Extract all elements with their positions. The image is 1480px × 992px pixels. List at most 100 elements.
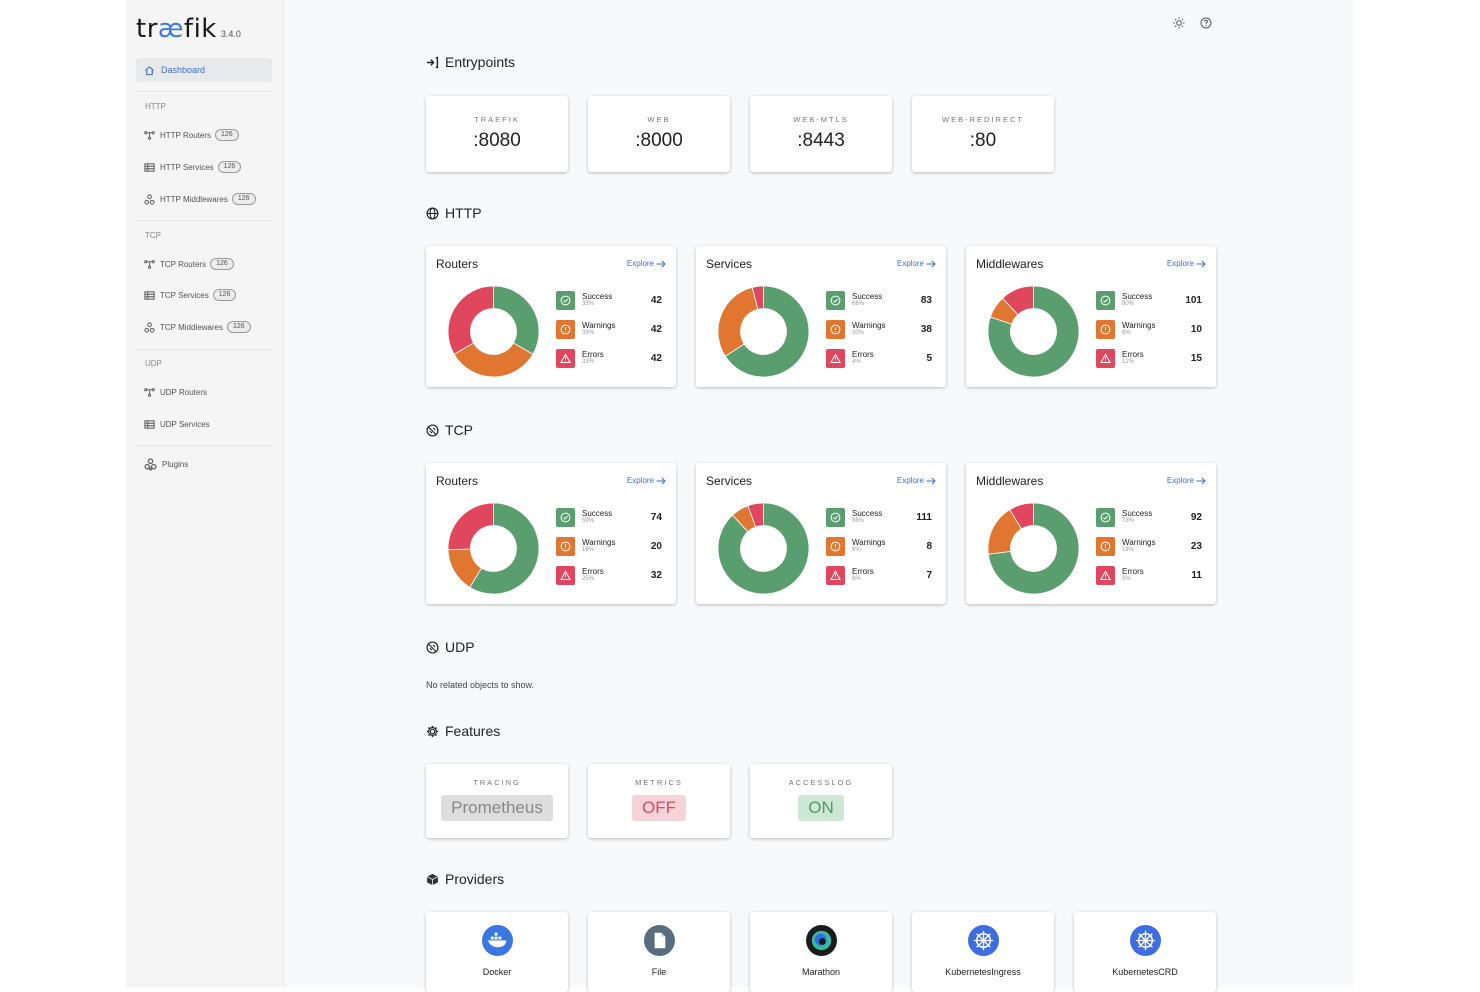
legend-row-success: Success 88% 111 xyxy=(826,508,932,528)
sidebar-item-tcp-services[interactable]: TCP Services 126 xyxy=(144,288,237,302)
legend-count: 101 xyxy=(1185,295,1202,306)
arrow-right-icon xyxy=(926,260,936,267)
explore-link[interactable]: Explore xyxy=(1167,476,1206,485)
status-donut-chart xyxy=(718,503,809,594)
entrypoint-card[interactable]: WEB-MTLS :8443 xyxy=(750,96,892,172)
feature-card-tracing: TRACING Prometheus xyxy=(426,764,568,838)
logo-wordmark: træfik xyxy=(136,14,217,44)
errors-status-icon xyxy=(556,349,575,368)
sidebar-item-dashboard[interactable]: Dashboard xyxy=(136,58,272,82)
entrypoint-name: WEB-REDIRECT xyxy=(942,115,1024,124)
entrypoint-card[interactable]: TRAEFIK :8080 xyxy=(426,96,568,172)
card-title: Routers xyxy=(436,474,479,488)
sidebar-item-plugins[interactable]: Plugins xyxy=(144,457,188,471)
sidebar-heading-tcp: TCP xyxy=(145,231,161,240)
section-title-text: Entrypoints xyxy=(445,54,516,70)
check-circle-icon xyxy=(1100,295,1111,306)
explore-label: Explore xyxy=(896,476,924,485)
docker-icon xyxy=(481,925,513,956)
errors-status-icon xyxy=(1096,349,1115,368)
entrypoints-icon xyxy=(427,56,439,68)
legend-label: Success xyxy=(582,292,613,301)
provider-name: File xyxy=(651,967,667,977)
card-title: Services xyxy=(706,474,753,488)
feature-name: METRICS xyxy=(635,778,683,787)
legend-count: 83 xyxy=(920,295,932,306)
feature-name: ACCESSLOG xyxy=(788,778,854,787)
card-title: Middlewares xyxy=(976,257,1044,271)
legend-row-errors: Errors 9% 11 xyxy=(1096,566,1202,586)
legend-label: Success xyxy=(852,292,883,301)
legend-label: Warnings xyxy=(852,321,886,330)
sidebar-item-label: UDP Services xyxy=(160,419,210,429)
legend-label: Success xyxy=(1122,292,1153,301)
sidebar-item-udp-services[interactable]: UDP Services xyxy=(144,417,210,431)
sidebar-item-tcp-routers[interactable]: TCP Routers 126 xyxy=(144,257,234,271)
legend-percent: 80% xyxy=(1122,301,1135,307)
legend-count: 20 xyxy=(650,541,662,552)
help-icon[interactable] xyxy=(1200,17,1212,29)
http-middlewares-card: Middlewares Explore Success 80% 101 Warnings 8… xyxy=(966,246,1216,387)
legend-row-warnings: Warnings 6% 8 xyxy=(826,537,932,557)
feature-value: OFF xyxy=(632,795,686,821)
section-title-tcp: TCP xyxy=(426,422,473,438)
network-globe-icon xyxy=(426,423,439,437)
middlewares-icon xyxy=(144,321,155,333)
routers-icon xyxy=(144,130,155,140)
section-title-text: Providers xyxy=(445,871,505,887)
explore-link[interactable]: Explore xyxy=(1167,259,1206,268)
legend-row-success: Success 59% 74 xyxy=(556,508,662,528)
explore-link[interactable]: Explore xyxy=(627,476,666,485)
legend-row-warnings: Warnings 33% 42 xyxy=(556,320,662,340)
legend-percent: 33% xyxy=(582,359,595,365)
sidebar-item-tcp-middlewares[interactable]: TCP Middlewares 126 xyxy=(144,320,251,334)
arrow-right-icon xyxy=(1196,260,1206,267)
explore-link[interactable]: Explore xyxy=(897,259,936,268)
explore-link[interactable]: Explore xyxy=(627,259,666,268)
errors-status-icon xyxy=(1096,566,1115,585)
legend-label: Warnings xyxy=(852,538,886,547)
tcp-routers-card: Routers Explore Success 59% 74 Warnings 16% 20 E… xyxy=(426,463,676,604)
count-badge: 126 xyxy=(217,161,242,173)
sidebar: træfik 3.4.0 Dashboard HTTP HTTP Routers… xyxy=(126,0,284,987)
legend-label: Errors xyxy=(582,350,604,359)
routers-icon xyxy=(144,259,155,269)
explore-link[interactable]: Explore xyxy=(897,476,936,485)
legend-count: 5 xyxy=(926,353,932,364)
legend-percent: 18% xyxy=(1122,547,1135,553)
legend-count: 10 xyxy=(1190,324,1202,335)
donut-slice-success xyxy=(493,286,539,355)
legend-percent: 73% xyxy=(1122,518,1135,524)
entrypoint-card[interactable]: WEB-REDIRECT :80 xyxy=(912,96,1054,172)
legend-count: 42 xyxy=(650,324,662,335)
count-badge: 126 xyxy=(231,193,256,205)
count-badge: 126 xyxy=(226,321,251,333)
check-circle-icon xyxy=(830,295,841,306)
provider-card: KubernetesCRD xyxy=(1074,912,1216,992)
legend-row-warnings: Warnings 8% 10 xyxy=(1096,320,1202,340)
entrypoint-card[interactable]: WEB :8000 xyxy=(588,96,730,172)
kubernetes-icon xyxy=(967,925,999,956)
section-title-text: HTTP xyxy=(445,205,482,221)
status-donut-chart xyxy=(448,286,539,377)
warning-triangle-icon xyxy=(830,570,841,580)
sidebar-item-http-services[interactable]: HTTP Services 126 xyxy=(144,160,242,174)
explore-label: Explore xyxy=(1166,476,1194,485)
legend-percent: 12% xyxy=(1122,359,1135,365)
donut-slice-warnings xyxy=(453,342,534,377)
arrow-right-icon xyxy=(656,477,666,484)
sidebar-item-label: TCP Routers xyxy=(160,259,207,269)
file-icon xyxy=(643,925,675,956)
services-icon xyxy=(144,162,155,172)
legend-row-success: Success 33% 42 xyxy=(556,291,662,311)
section-title-text: Features xyxy=(445,723,501,739)
globe-icon xyxy=(426,206,439,220)
theme-toggle-sun-icon[interactable] xyxy=(1173,17,1185,29)
warnings-status-icon xyxy=(1096,320,1115,339)
legend-row-warnings: Warnings 18% 23 xyxy=(1096,537,1202,557)
traefik-logo[interactable]: træfik 3.4.0 xyxy=(136,14,241,44)
sidebar-item-udp-routers[interactable]: UDP Routers xyxy=(144,385,207,399)
sidebar-item-http-middlewares[interactable]: HTTP Middlewares 126 xyxy=(144,192,256,206)
provider-name: Docker xyxy=(482,967,512,977)
sidebar-item-http-routers[interactable]: HTTP Routers 126 xyxy=(144,128,239,142)
